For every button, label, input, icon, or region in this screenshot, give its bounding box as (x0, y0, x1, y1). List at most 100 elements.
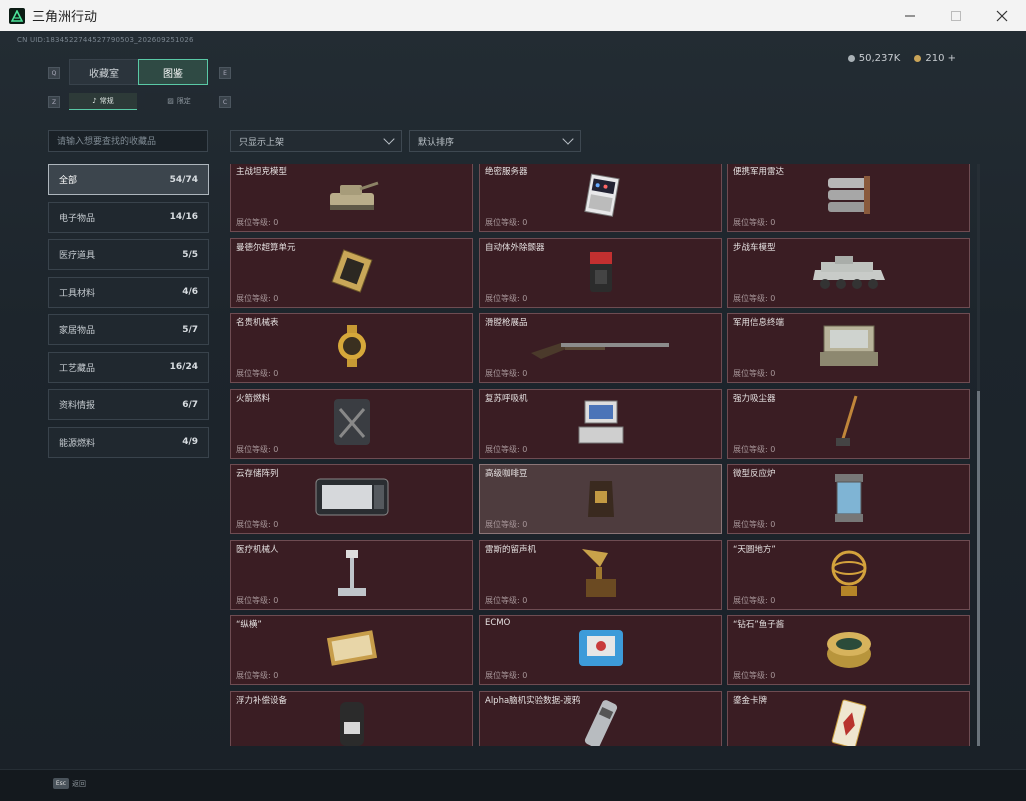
collection-card[interactable]: 便携军用雷达 展位等级: 0 (727, 164, 970, 232)
card-display-level: 展位等级: 0 (236, 671, 279, 680)
category-item[interactable]: 工艺藏品 16/24 (48, 351, 209, 383)
card-display-level: 展位等级: 0 (485, 746, 527, 747)
card-display-level: 展位等级: 0 (236, 746, 278, 747)
bcd-icon (332, 698, 372, 747)
collection-card[interactable]: 鎏金卡牌展位等级: 0 (727, 690, 970, 747)
collection-card[interactable]: ECMO 展位等级: 0 (479, 615, 722, 685)
card-display-level: 展位等级: 0 (485, 369, 528, 378)
card-item-name: 便携军用雷达 (733, 167, 785, 177)
card-item-name: 云存储阵列 (236, 469, 279, 479)
card-item-name: 滑膛枪展品 (485, 318, 528, 328)
subtab-regular[interactable]: ♪ 常规 (69, 93, 137, 110)
collection-card[interactable]: Alpha脑机实验数据-渡鸦展位等级: 0 (479, 690, 722, 747)
card-item-name: 高级咖啡豆 (485, 469, 528, 479)
collection-card[interactable]: 曼德尔超算单元 展位等级: 0 (230, 237, 473, 308)
music-note-icon: ♪ (92, 97, 97, 105)
gramophone-icon (578, 545, 624, 605)
maximize-button[interactable] (933, 0, 979, 31)
collection-card[interactable]: 复苏呼吸机 展位等级: 0 (479, 388, 722, 459)
collection-card[interactable]: 高级咖啡豆 展位等级: 0 (479, 464, 722, 534)
silver-currency: 50,237K (847, 53, 900, 64)
category-count: 5/5 (182, 249, 198, 260)
scrollbar-thumb[interactable] (977, 391, 980, 746)
uid-label: CN UID:1834522744527790503_202609251026 (17, 36, 194, 44)
sort-dropdown[interactable]: 默认排序 (409, 130, 581, 152)
compute-unit-icon (329, 248, 375, 298)
card-display-level: 展位等级: 0 (733, 520, 776, 529)
collection-card[interactable]: 步战车模型 展位等级: 0 (727, 237, 970, 308)
category-count: 4/9 (182, 437, 198, 447)
card-display-level: 展位等级: 0 (733, 746, 775, 747)
display-filter-value: 只显示上架 (239, 137, 285, 148)
gold-currency[interactable]: 210 + (914, 53, 956, 64)
reactor-icon (829, 470, 869, 528)
collection-grid: 主战坦克模型 展位等级: 0 绝密服务器 展位等级: 0 便携军用雷达 展位等级: 0 曼德… (230, 164, 972, 746)
collection-card[interactable]: 名贵机械表 展位等级: 0 (230, 313, 473, 383)
category-item[interactable]: 工具材料 4/6 (48, 276, 209, 308)
card-display-level: 展位等级: 0 (485, 218, 528, 227)
card-display-level: 展位等级: 0 (733, 595, 776, 605)
tab-catalog[interactable]: 图鉴 (138, 59, 208, 85)
card-item-name: ECMO (485, 618, 511, 628)
category-label: 家居物品 (59, 326, 96, 336)
collection-card[interactable]: 强力吸尘器 展位等级: 0 (727, 388, 970, 459)
esc-key-icon[interactable]: Esc (53, 778, 69, 789)
collection-card[interactable]: 主战坦克模型 展位等级: 0 (230, 164, 473, 232)
collection-card[interactable]: 云存储阵列 展位等级: 0 (230, 464, 473, 534)
collection-card[interactable]: 医疗机械人 展位等级: 0 (230, 539, 473, 610)
chessboard-icon (325, 626, 379, 674)
window-title: 三角洲行动 (32, 10, 98, 25)
tab-collection-room[interactable]: 收藏室 (69, 59, 139, 85)
card-item-name: 鎏金卡牌 (733, 695, 768, 706)
card-item-name: 步战车模型 (733, 242, 776, 253)
silver-coin-icon (847, 55, 855, 62)
next-tab-key-icon: E (219, 67, 231, 79)
category-label: 医疗道具 (59, 251, 96, 261)
category-label: 工具材料 (59, 288, 96, 299)
next-subtab-key-icon: C (219, 96, 231, 108)
collection-card[interactable]: 浮力补偿设备展位等级: 0 (230, 690, 473, 747)
collection-card[interactable]: “天圆地方” 展位等级: 0 (727, 539, 970, 610)
collection-card[interactable]: 微型反应炉 展位等级: 0 (727, 464, 970, 534)
card-item-name: Alpha脑机实验数据-渡鸦 (485, 695, 581, 706)
minimize-button[interactable] (887, 0, 933, 31)
display-filter-dropdown[interactable]: 只显示上架 (230, 130, 402, 152)
collection-card[interactable]: 绝密服务器 展位等级: 0 (479, 164, 722, 232)
card-item-name: 复苏呼吸机 (485, 393, 528, 404)
category-item[interactable]: 医疗道具 5/5 (48, 239, 209, 270)
card-item-name: 火箭燃料 (236, 393, 271, 404)
back-label[interactable]: 返回 (72, 779, 86, 789)
subtab-regular-label: 常规 (99, 97, 114, 105)
collection-card[interactable]: 火箭燃料 展位等级: 0 (230, 388, 473, 459)
collection-card[interactable]: 军用信息终端 展位等级: 0 (727, 313, 970, 383)
app-logo-icon (9, 7, 25, 24)
currency-display: 50,237K 210 + (847, 53, 956, 64)
defibrillator-icon (586, 246, 616, 300)
collection-card[interactable]: 滑膛枪展品展位等级: 0 (479, 313, 722, 383)
card-item-name: “纵横” (236, 620, 262, 630)
tank-icon (324, 175, 380, 219)
subtab-limited[interactable]: ▨ 限定 (145, 93, 213, 109)
collection-card[interactable]: 雷斯的留声机 展位等级: 0 (479, 539, 722, 610)
card-item-name: 浮力补偿设备 (236, 695, 288, 706)
card-display-level: 展位等级: 0 (236, 595, 279, 605)
category-item[interactable]: 能源燃料 4/9 (48, 426, 209, 458)
category-item[interactable]: 资料情报 6/7 (48, 389, 209, 420)
category-item[interactable]: 全部 54/74 (48, 164, 209, 195)
collection-card[interactable]: 自动体外除颤器 展位等级: 0 (479, 237, 722, 308)
bottom-bar: Esc 返回 (0, 769, 1026, 801)
collection-card[interactable]: “纵横” 展位等级: 0 (230, 615, 473, 685)
server-icon (578, 172, 624, 222)
search-input[interactable] (48, 130, 208, 152)
ventilator-icon (575, 397, 627, 451)
armillary-icon (827, 546, 871, 604)
close-button[interactable] (979, 0, 1025, 31)
category-label: 电子物品 (59, 213, 96, 224)
collection-card[interactable]: “钻石”鱼子酱 展位等级: 0 (727, 615, 970, 685)
card-display-level: 展位等级: 0 (485, 293, 528, 303)
category-item[interactable]: 家居物品 5/7 (48, 314, 209, 345)
category-item[interactable]: 电子物品 14/16 (48, 201, 209, 233)
card-display-level: 展位等级: 0 (485, 595, 528, 605)
card-item-name: 雷斯的留声机 (485, 544, 537, 555)
gold-value: 210 + (925, 53, 956, 64)
